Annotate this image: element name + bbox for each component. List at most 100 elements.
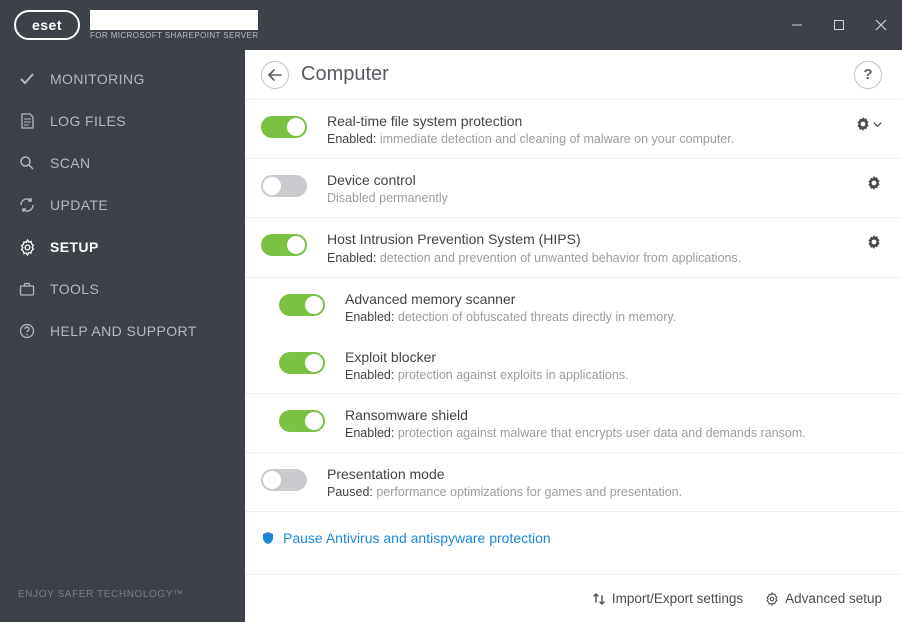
settings-gear-hips[interactable] [854,230,882,250]
gear-icon [855,116,871,132]
import-export-label: Import/Export settings [612,591,743,606]
setting-desc-text: detection of obfuscated threats directly… [398,310,676,324]
setting-desc: Enabled: detection and prevention of unw… [327,251,854,265]
sidebar-item-label: UPDATE [50,197,108,213]
shield-icon [261,531,275,545]
app-title-main: SECURITY [90,10,258,30]
sidebar-item-update[interactable]: UPDATE [0,184,245,226]
close-button[interactable] [860,0,902,50]
setting-desc: Enabled: immediate detection and cleanin… [327,132,843,146]
setting-desc: Disabled permanently [327,191,854,205]
setting-desc-text: protection against exploits in applicati… [398,368,629,382]
advanced-setup-label: Advanced setup [785,591,882,606]
sidebar-item-setup[interactable]: SETUP [0,226,245,268]
settings-gear-realtime[interactable] [843,112,882,132]
footer: Import/Export settings Advanced setup [245,574,902,622]
setting-desc-text: protection against malware that encrypts… [398,426,806,440]
toggle-knob [287,236,305,254]
setting-title: Device control [327,171,854,189]
arrow-left-icon [268,69,282,81]
help-button[interactable]: ? [854,61,882,89]
setting-status: Enabled: [327,132,376,146]
app-title-sub: FOR MICROSOFT SHAREPOINT SERVER [90,32,258,40]
titlebar: eset SECURITY FOR MICROSOFT SHAREPOINT S… [0,0,902,50]
setting-text: Host Intrusion Prevention System (HIPS)E… [327,230,854,264]
setting-text: Ransomware shieldEnabled: protection aga… [345,406,882,440]
sidebar-item-tools[interactable]: TOOLS [0,268,245,310]
setting-desc: Paused: performance optimizations for ga… [327,485,882,499]
setting-title: Real-time file system protection [327,112,843,130]
toggle-presentation[interactable] [261,469,307,491]
sidebar-item-label: SETUP [50,239,99,255]
toggle-ransom[interactable] [279,410,325,432]
import-export-icon [592,592,606,606]
nav-list: MONITORING LOG FILES SCAN UPDATE SETUP T… [0,50,245,352]
toggle-knob [305,354,323,372]
sidebar-item-scan[interactable]: SCAN [0,142,245,184]
sidebar: MONITORING LOG FILES SCAN UPDATE SETUP T… [0,50,245,622]
setting-text: Exploit blocker Enabled: protection again… [345,348,882,382]
sidebar-item-logfiles[interactable]: LOG FILES [0,100,245,142]
check-icon [18,70,36,88]
gear-icon [18,238,36,256]
close-icon [875,19,887,31]
tagline: ENJOY SAFER TECHNOLOGY™ [0,589,245,622]
toggle-knob [287,118,305,136]
setting-text: Advanced memory scanner Enabled: detectio… [345,290,882,324]
setting-desc-text: immediate detection and cleaning of malw… [380,132,734,146]
back-button[interactable] [261,61,289,89]
advanced-setup-link[interactable]: Advanced setup [765,591,882,606]
sidebar-item-help[interactable]: HELP AND SUPPORT [0,310,245,352]
settings-list: Real-time file system protection Enabled:… [245,100,902,512]
sidebar-item-label: MONITORING [50,71,145,87]
setting-desc-text: Disabled permanently [327,191,448,205]
setting-status: Enabled: [345,426,394,440]
setting-title: Presentation mode [327,465,882,483]
setting-row-realtime: Real-time file system protection Enabled:… [245,99,902,159]
setting-text: Real-time file system protection Enabled:… [327,112,843,146]
maximize-icon [833,19,845,31]
main-panel: Computer ? Real-time file system protect… [245,50,902,622]
sidebar-item-label: LOG FILES [50,113,126,129]
sidebar-item-monitoring[interactable]: MONITORING [0,58,245,100]
toggle-knob [263,471,281,489]
setting-text: Device control Disabled permanently [327,171,854,205]
setting-desc: Enabled: protection against exploits in … [345,368,882,382]
sidebar-item-label: HELP AND SUPPORT [50,323,197,339]
toggle-device[interactable] [261,175,307,197]
setting-title: Exploit blocker [345,348,882,366]
page-title: Computer [301,63,389,86]
toggle-hips[interactable] [261,234,307,256]
toggle-knob [305,412,323,430]
help-icon [18,322,36,340]
pause-protection-link[interactable]: Pause Antivirus and antispyware protecti… [245,512,902,546]
setting-row-exploit: Exploit blocker Enabled: protection again… [245,336,902,394]
window-controls [776,0,902,50]
setting-status: Enabled: [327,251,376,265]
briefcase-icon [18,280,36,298]
minimize-button[interactable] [776,0,818,50]
setting-desc: Enabled: detection of obfuscated threats… [345,310,882,324]
setting-row-ams: Advanced memory scanner Enabled: detectio… [245,278,902,336]
chevron-down-icon [873,120,882,129]
pause-link-label: Pause Antivirus and antispyware protecti… [283,530,551,546]
setting-row-ransom: Ransomware shieldEnabled: protection aga… [245,393,902,453]
import-export-link[interactable]: Import/Export settings [592,591,743,606]
search-icon [18,154,36,172]
setting-row-hips: Host Intrusion Prevention System (HIPS)E… [245,217,902,277]
maximize-button[interactable] [818,0,860,50]
toggle-exploit[interactable] [279,352,325,374]
setting-desc-text: detection and prevention of unwanted beh… [380,251,741,265]
app-title: SECURITY FOR MICROSOFT SHAREPOINT SERVER [90,10,258,40]
toggle-knob [305,296,323,314]
settings-gear-device[interactable] [854,171,882,191]
gear-icon [866,175,882,191]
sidebar-item-label: TOOLS [50,281,99,297]
setting-desc-text: performance optimizations for games and … [376,485,682,499]
toggle-ams[interactable] [279,294,325,316]
setting-text: Presentation mode Paused: performance opt… [327,465,882,499]
toggle-realtime[interactable] [261,116,307,138]
refresh-icon [18,196,36,214]
setting-title: Advanced memory scanner [345,290,882,308]
minimize-icon [791,19,803,31]
